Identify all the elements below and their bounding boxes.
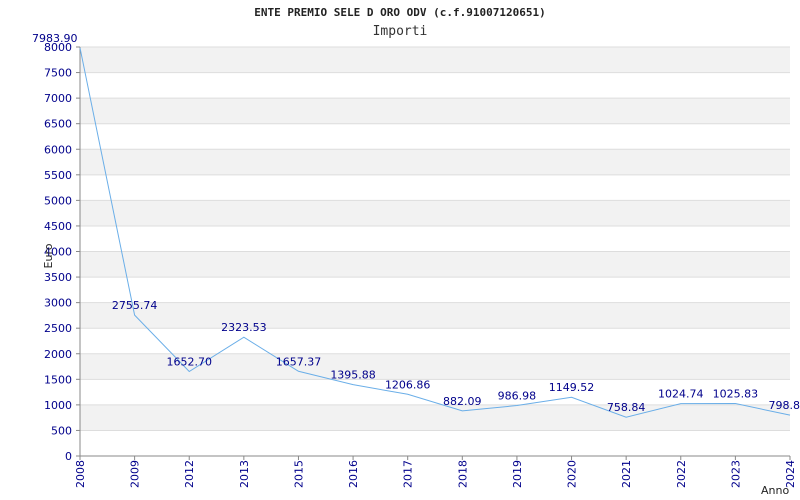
grid-band: [80, 302, 790, 329]
grid-band: [80, 251, 790, 278]
y-tick-label: 6000: [44, 143, 72, 156]
y-tick-label: 2000: [44, 348, 72, 361]
grid-band: [80, 47, 790, 73]
grid-band: [80, 98, 790, 124]
data-label: 1652.70: [166, 356, 212, 369]
line-chart: 0500100015002000250030003500400045005000…: [32, 32, 800, 497]
grid-band: [80, 404, 790, 431]
x-axis-title: Anno: [761, 484, 789, 497]
x-tick-label: 2019: [511, 460, 524, 488]
grid-band: [80, 149, 790, 175]
data-label: 1657.37: [276, 355, 322, 368]
data-label: 1149.52: [549, 381, 595, 394]
y-axis-title: Euro: [42, 243, 55, 268]
data-label: 882.09: [443, 395, 482, 408]
y-tick-label: 4500: [44, 220, 72, 233]
x-tick-label: 2021: [620, 460, 633, 488]
data-label: 2323.53: [221, 321, 267, 334]
x-tick-label: 2013: [238, 460, 251, 488]
data-label: 2755.74: [112, 299, 158, 312]
x-tick-label: 2016: [347, 460, 360, 488]
data-label: 986.98: [498, 390, 537, 403]
data-label: 798.8: [769, 399, 800, 412]
y-tick-label: 500: [51, 424, 72, 437]
y-tick-label: 5000: [44, 194, 72, 207]
data-label: 1025.83: [713, 388, 759, 401]
x-tick-label: 2023: [729, 460, 742, 488]
y-tick-label: 0: [65, 450, 72, 463]
y-tick-label: 7500: [44, 67, 72, 80]
x-tick-label: 2017: [402, 460, 415, 488]
y-tick-label: 1500: [44, 373, 72, 386]
y-tick-label: 5500: [44, 169, 72, 182]
y-tick-label: 2500: [44, 322, 72, 335]
grid-bands: [80, 47, 790, 431]
y-tick-label: 1000: [44, 399, 72, 412]
x-tick-label: 2012: [183, 460, 196, 488]
y-tick-label: 6500: [44, 118, 72, 131]
data-label: 758.84: [607, 401, 646, 414]
y-tick-label: 7000: [44, 92, 72, 105]
x-tick-label: 2008: [74, 460, 87, 488]
x-tick-label: 2018: [456, 460, 469, 488]
x-tick-label: 2009: [129, 460, 142, 488]
x-tick-label: 2022: [675, 460, 688, 488]
y-tick-label: 3000: [44, 297, 72, 310]
data-label: 1395.88: [330, 369, 376, 382]
data-label: 7983.90: [32, 32, 78, 45]
data-label: 1024.74: [658, 388, 704, 401]
grid-band: [80, 200, 790, 226]
data-label: 1206.86: [385, 378, 431, 391]
x-tick-label: 2015: [292, 460, 305, 488]
x-tick-label: 2020: [566, 460, 579, 488]
x-tick-labels: 2008 2009 2012 2013 2015 2016 2017 2018 2019 2020…: [74, 456, 797, 488]
y-tick-label: 3500: [44, 271, 72, 284]
